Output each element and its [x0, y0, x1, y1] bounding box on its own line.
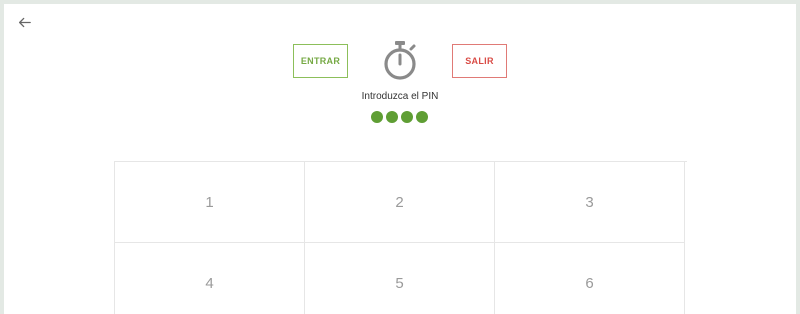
keypad-key-3[interactable]: 3: [495, 162, 685, 243]
back-button[interactable]: [14, 12, 34, 32]
keypad-key-4[interactable]: 4: [115, 243, 305, 314]
numeric-keypad: 1 2 3 4 5 6: [114, 161, 687, 314]
exit-button[interactable]: SALIR: [452, 44, 507, 78]
keypad-key-1[interactable]: 1: [115, 162, 305, 243]
pin-dot: [371, 111, 383, 123]
enter-button-label: ENTRAR: [300, 56, 341, 66]
pin-dot: [416, 111, 428, 123]
keypad-key-5[interactable]: 5: [305, 243, 495, 314]
pin-indicator: [371, 111, 428, 123]
exit-button-label: SALIR: [465, 56, 494, 66]
arrow-left-icon: [18, 17, 31, 27]
pin-dot: [386, 111, 398, 123]
keypad-key-6[interactable]: 6: [495, 243, 685, 314]
pin-dot: [401, 111, 413, 123]
enter-button[interactable]: ENTRAR: [293, 44, 348, 78]
pin-entry-screen: ENTRAR SALIR Introduzca el PIN 1 2 3 4 5…: [4, 4, 796, 314]
pin-prompt: Introduzca el PIN: [361, 91, 439, 102]
stopwatch-icon: [384, 41, 416, 80]
keypad-key-2[interactable]: 2: [305, 162, 495, 243]
